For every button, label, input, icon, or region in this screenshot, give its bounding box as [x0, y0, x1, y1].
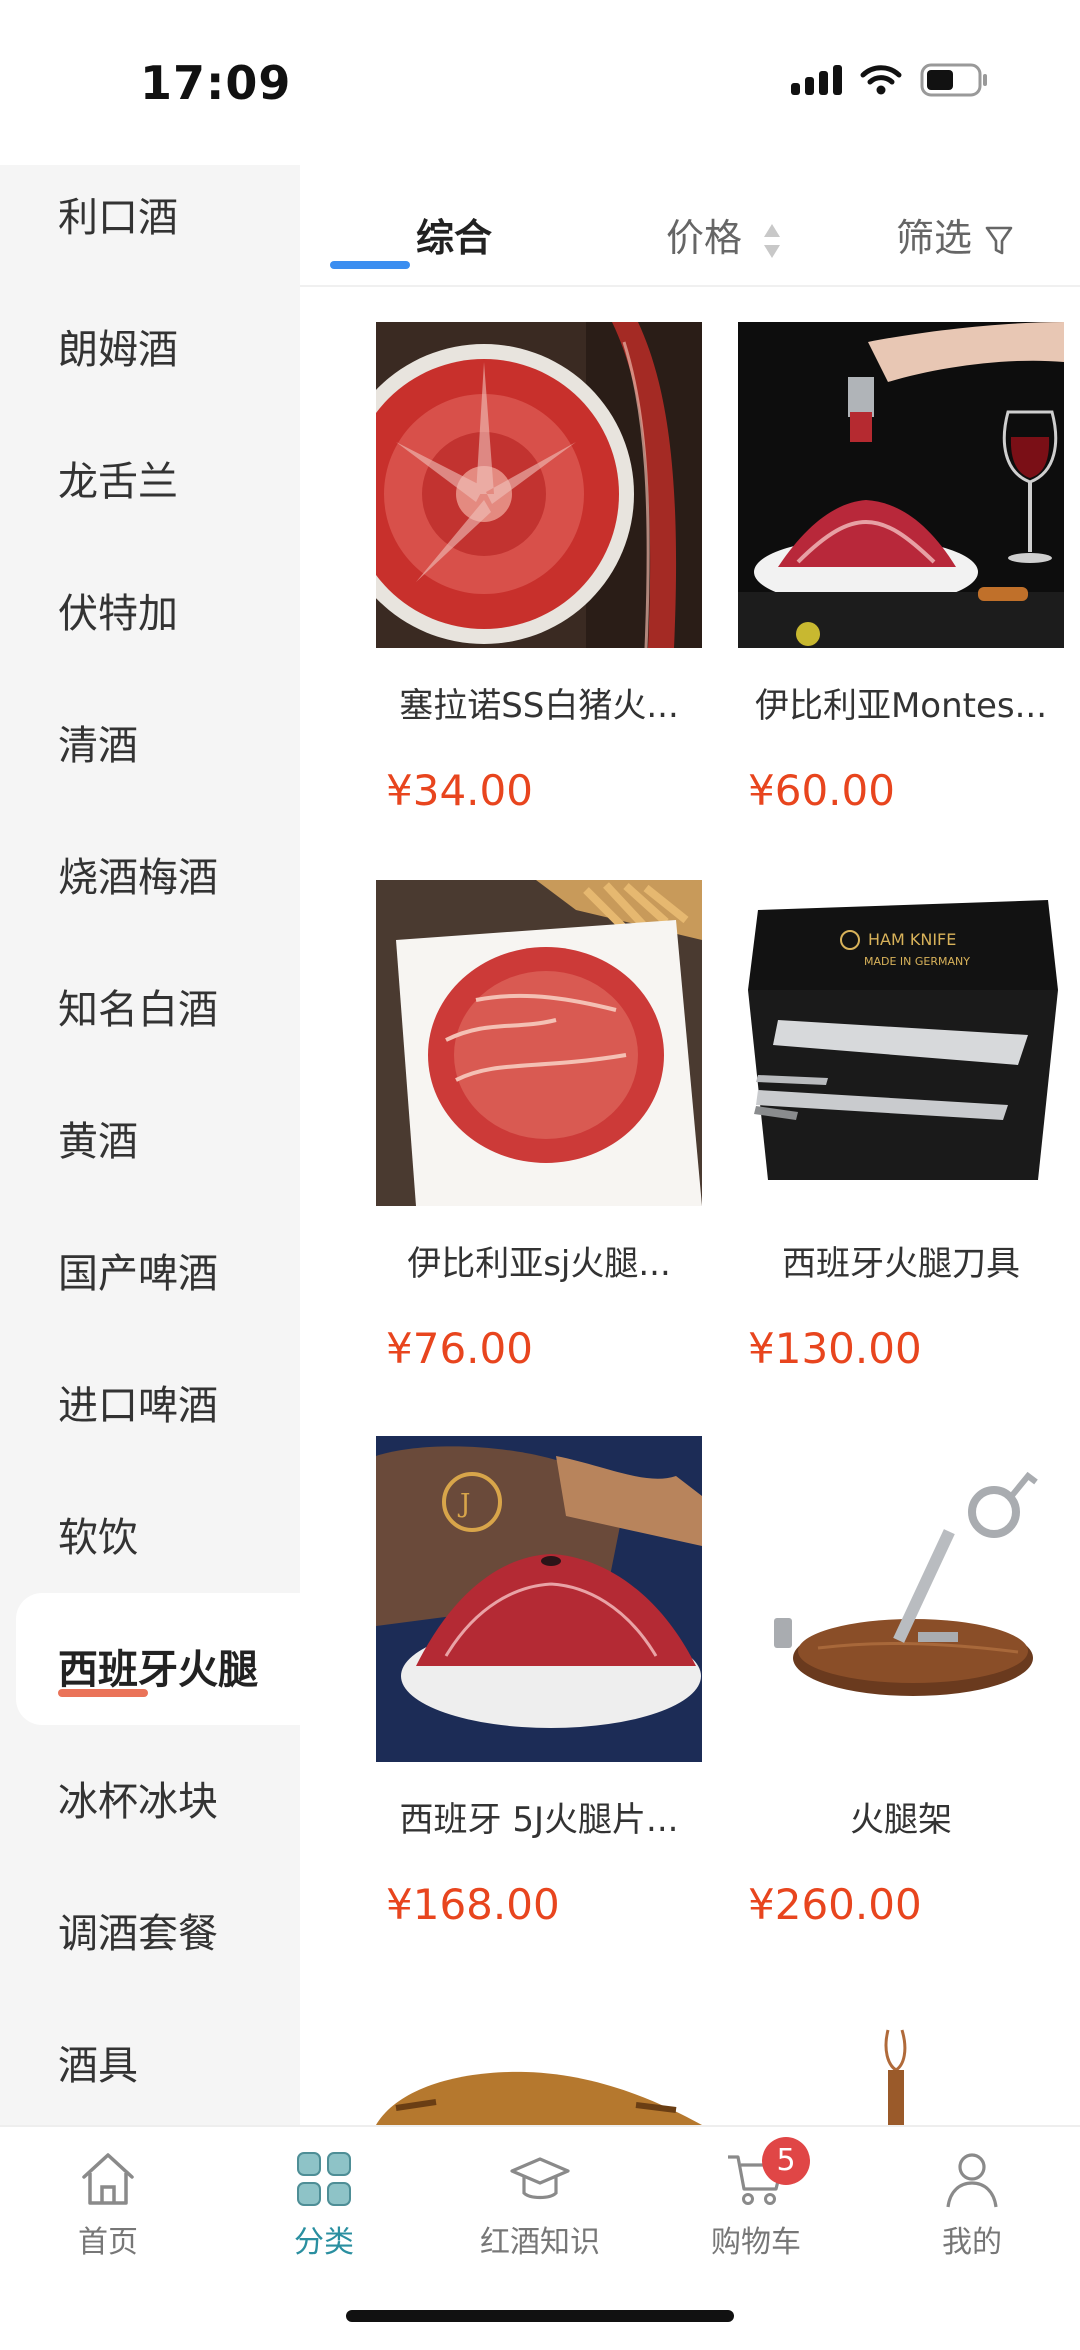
sidebar-item-label: 调酒套餐	[58, 1911, 218, 1957]
sidebar-item-huangjiu[interactable]: 黄酒	[0, 1065, 300, 1197]
sidebar-item-label: 软饮	[58, 1515, 138, 1561]
product-image	[738, 1436, 1064, 1762]
sidebar-item-vodka[interactable]: 伏特加	[0, 537, 300, 669]
tab-label: 首页	[78, 2225, 138, 2260]
product-price: ¥34.00	[386, 766, 533, 815]
box-origin-text: MADE IN GERMANY	[864, 955, 970, 968]
sidebar-item-imported-beer[interactable]: 进口啤酒	[0, 1329, 300, 1461]
sort-tab-label: 筛选	[896, 216, 973, 260]
home-icon	[82, 2153, 134, 2205]
sidebar-item-label: 烧酒梅酒	[58, 855, 218, 901]
sidebar-item-barware[interactable]: 酒具	[0, 1989, 300, 2121]
sidebar-item-baijiu[interactable]: 知名白酒	[0, 933, 300, 1065]
product-image	[376, 322, 702, 648]
product-price: ¥130.00	[748, 1324, 922, 1373]
tab-cart[interactable]: 5 购物车	[676, 2137, 836, 2261]
sort-tab-filter[interactable]: 筛选	[896, 207, 1014, 262]
tab-label: 我的	[942, 2225, 1002, 2260]
sort-tab-comprehensive[interactable]: 综合	[416, 207, 492, 262]
sidebar-item-label: 黄酒	[58, 1119, 138, 1165]
product-image	[738, 322, 1064, 648]
sidebar-item-label: 知名白酒	[58, 987, 218, 1033]
home-indicator	[346, 2310, 734, 2322]
product-name: 西班牙火腿刀具	[782, 1244, 1020, 1284]
status-bar: 17:09	[0, 0, 1080, 165]
sidebar-item-soju-plum[interactable]: 烧酒梅酒	[0, 801, 300, 933]
sidebar-item-spanish-ham[interactable]: 西班牙火腿	[16, 1593, 300, 1725]
product-price: ¥260.00	[748, 1880, 922, 1929]
svg-text:J: J	[457, 1489, 470, 1519]
product-image: J	[376, 1436, 702, 1762]
product-image-partial	[376, 2010, 702, 2125]
sort-tab-price[interactable]: 价格	[666, 207, 782, 262]
box-brand-text: HAM KNIFE	[868, 930, 956, 949]
product-price: ¥60.00	[748, 766, 895, 815]
sidebar-item-domestic-beer[interactable]: 国产啤酒	[0, 1197, 300, 1329]
product-name: 伊比利亚sj火腿...	[407, 1244, 671, 1284]
sidebar-item-label: 伏特加	[58, 591, 178, 637]
tab-home[interactable]: 首页	[28, 2147, 188, 2261]
sidebar-item-label: 利口酒	[58, 195, 178, 241]
sort-bar: 综合 价格 筛选	[300, 165, 1080, 287]
sidebar-item-cocktail-set[interactable]: 调酒套餐	[0, 1857, 300, 1989]
tab-wine-knowledge[interactable]: 红酒知识	[460, 2147, 620, 2261]
sort-tab-label: 综合	[416, 216, 493, 260]
sidebar-item-rum[interactable]: 朗姆酒	[0, 273, 300, 405]
tab-label: 红酒知识	[480, 2225, 600, 2260]
sidebar-item-label: 国产啤酒	[58, 1251, 218, 1297]
sidebar-item-label: 酒具	[58, 2043, 138, 2089]
sidebar-item-label: 清酒	[58, 723, 138, 769]
tab-label: 购物车	[711, 2225, 801, 2260]
product-image: HAM KNIFE MADE IN GERMANY	[738, 880, 1064, 1206]
sort-tab-label: 价格	[666, 216, 743, 260]
sidebar-item-sake[interactable]: 清酒	[0, 669, 300, 801]
product-name: 西班牙 5J火腿片...	[399, 1800, 679, 1840]
active-indicator	[58, 1689, 148, 1697]
sort-arrows-icon	[764, 223, 781, 258]
sidebar-item-label: 朗姆酒	[58, 327, 178, 373]
product-name: 火腿架	[850, 1800, 952, 1840]
product-name: 伊比利亚Montes...	[754, 686, 1048, 726]
wifi-icon	[860, 64, 902, 96]
sidebar-item-tequila[interactable]: 龙舌兰	[0, 405, 300, 537]
status-icons	[791, 62, 990, 98]
sidebar-item-label: 冰杯冰块	[58, 1779, 218, 1825]
status-time: 17:09	[140, 56, 292, 110]
filter-icon	[985, 226, 1013, 254]
sort-tab-underline	[330, 261, 410, 269]
grid-icon	[297, 2152, 351, 2206]
sidebar-item-label: 龙舌兰	[58, 459, 178, 505]
cart-badge: 5	[762, 2137, 810, 2185]
user-icon	[946, 2153, 998, 2208]
tab-category[interactable]: 分类	[244, 2147, 404, 2261]
tab-profile[interactable]: 我的	[892, 2147, 1052, 2261]
tab-label: 分类	[294, 2225, 354, 2260]
sidebar-item-soft-drinks[interactable]: 软饮	[0, 1461, 300, 1593]
product-image	[376, 880, 702, 1206]
sidebar-item-label: 西班牙火腿	[58, 1647, 258, 1693]
battery-icon	[920, 62, 990, 98]
cellular-signal-icon	[791, 65, 842, 95]
graduation-cap-icon	[510, 2157, 570, 2200]
sidebar-item-label: 进口啤酒	[58, 1383, 218, 1429]
product-price: ¥76.00	[386, 1324, 533, 1373]
product-price: ¥168.00	[386, 1880, 560, 1929]
product-image-partial	[738, 2010, 1064, 2125]
category-sidebar: 利口酒 朗姆酒 龙舌兰 伏特加 清酒 烧酒梅酒 知名白酒 黄酒 国产啤酒 进口啤…	[0, 165, 300, 2125]
product-name: 塞拉诺SS白猪火...	[399, 686, 679, 726]
sidebar-item-ice[interactable]: 冰杯冰块	[0, 1725, 300, 1857]
